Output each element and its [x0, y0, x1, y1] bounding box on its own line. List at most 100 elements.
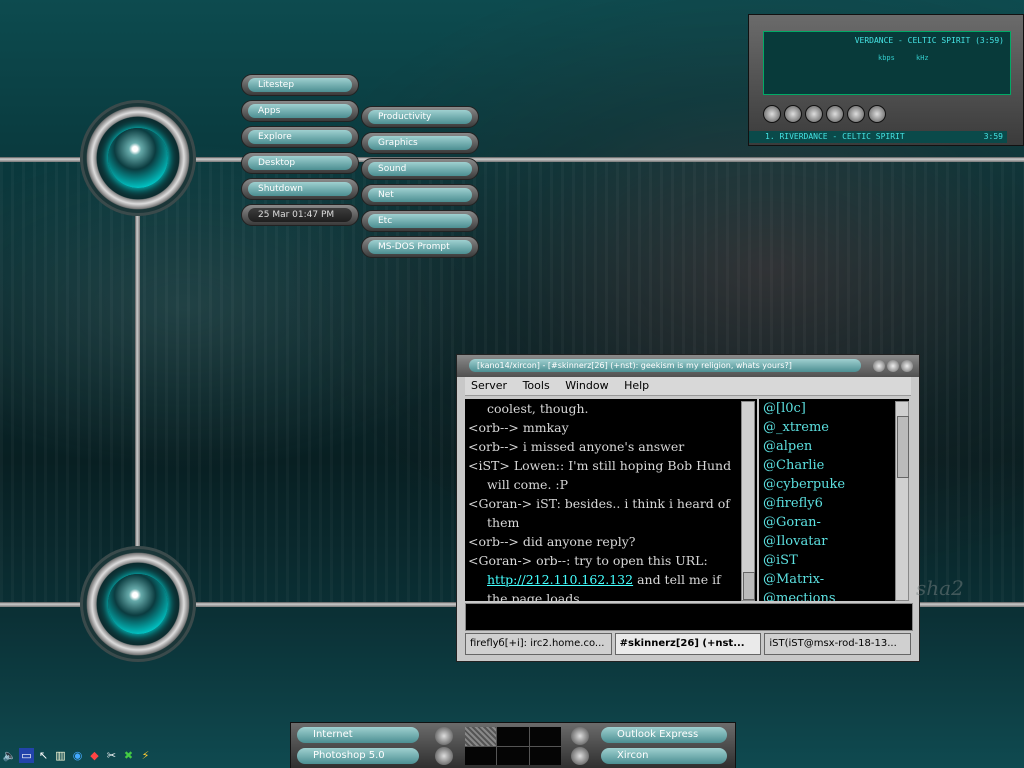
taskbar-knob[interactable] — [571, 747, 589, 765]
menu-explore[interactable]: Explore — [241, 126, 359, 148]
chat-url-link[interactable]: http://212.110.162.132 — [487, 572, 633, 587]
desktop-6[interactable] — [529, 746, 561, 765]
nick-item[interactable]: @Ilovatar — [759, 532, 909, 551]
chat-line: coolest, though. — [487, 401, 589, 416]
nick-item[interactable]: @firefly6 — [759, 494, 909, 513]
song-title: VERDANCE - CELTIC SPIRIT (3:59) — [854, 36, 1004, 45]
menu-litestep[interactable]: Litestep — [241, 74, 359, 96]
taskbar-knob[interactable] — [435, 747, 453, 765]
submenu-label: Graphics — [368, 136, 472, 150]
chat-line-suffix: and tell me if — [633, 572, 721, 587]
play-button[interactable] — [784, 105, 802, 123]
scroll-thumb[interactable] — [897, 416, 909, 478]
winamp-player[interactable]: VERDANCE - CELTIC SPIRIT (3:59) kbps kHz… — [748, 14, 1024, 146]
menu-shutdown[interactable]: Shutdown — [241, 178, 359, 200]
desktop-1[interactable] — [465, 727, 497, 746]
menu-desktop[interactable]: Desktop — [241, 152, 359, 174]
menu-window[interactable]: Window — [565, 379, 608, 392]
stop-button[interactable] — [826, 105, 844, 123]
message-input[interactable] — [465, 603, 913, 631]
submenu-label: MS-DOS Prompt — [368, 240, 472, 254]
desktop-2[interactable] — [497, 727, 529, 746]
nick-item[interactable]: @Matrix- — [759, 570, 909, 589]
desktop-3[interactable] — [529, 727, 561, 746]
chat-line: will come. :P — [487, 477, 569, 492]
playlist-track[interactable]: 1. RIVERDANCE - CELTIC SPIRIT — [765, 131, 905, 143]
flash-icon[interactable]: ⚡ — [138, 748, 153, 763]
menu-label: Shutdown — [248, 182, 352, 196]
chat-line: <orb--> i missed anyone's answer — [468, 439, 685, 454]
menu-label: Litestep — [248, 78, 352, 92]
submenu-etc[interactable]: Etc — [361, 210, 479, 232]
window-tabs: fireflyб[+i]: irc2.home.co... #skinnerz[… — [465, 633, 912, 655]
chat-scrollbar[interactable] — [741, 401, 755, 601]
bottom-orb-ring — [80, 546, 196, 662]
chat-line: them — [487, 515, 520, 530]
submenu-productivity[interactable]: Productivity — [361, 106, 479, 128]
nick-scrollbar[interactable] — [895, 401, 909, 601]
taskbar-knob[interactable] — [435, 727, 453, 745]
scroll-thumb[interactable] — [743, 572, 755, 600]
folder-icon[interactable]: ▥ — [53, 748, 68, 763]
submenu-sound[interactable]: Sound — [361, 158, 479, 180]
nick-item[interactable]: @[l0c] — [759, 399, 909, 418]
nick-item[interactable]: @cyberpuke — [759, 475, 909, 494]
nick-item[interactable]: @Goran- — [759, 513, 909, 532]
next-button[interactable] — [847, 105, 865, 123]
playlist-duration: 3:59 — [983, 132, 1003, 141]
tools-icon[interactable]: ✂ — [104, 748, 119, 763]
submenu-net[interactable]: Net — [361, 184, 479, 206]
submenu-label: Net — [368, 188, 472, 202]
task-photoshop[interactable]: Photoshop 5.0 — [297, 748, 419, 764]
pause-button[interactable] — [805, 105, 823, 123]
nick-item[interactable]: @mections — [759, 589, 909, 601]
submenu-graphics[interactable]: Graphics — [361, 132, 479, 154]
close-icon[interactable] — [901, 360, 913, 372]
nick-item[interactable]: @alpen — [759, 437, 909, 456]
kbps-label: kbps — [878, 54, 895, 62]
nick-item[interactable]: @Charlie — [759, 456, 909, 475]
taskbar-knob[interactable] — [571, 727, 589, 745]
tab-skinnerz[interactable]: #skinnerz[26] (+nst... — [614, 633, 762, 655]
clock-text: 25 Mar 01:47 PM — [248, 208, 352, 222]
top-orb[interactable] — [108, 128, 168, 188]
speaker-icon[interactable]: 🔈 — [2, 748, 17, 763]
task-xircon[interactable]: Xircon — [601, 748, 727, 764]
prev-button[interactable] — [763, 105, 781, 123]
menu-server[interactable]: Server — [471, 379, 507, 392]
chat-log[interactable]: coolest, though. <orb--> mmkay <orb--> i… — [465, 399, 757, 601]
globe-icon[interactable]: ◉ — [70, 748, 85, 763]
chat-line: <Goran-> orb--: try to open this URL: — [468, 553, 708, 568]
nick-item[interactable]: @iST — [759, 551, 909, 570]
nick-item[interactable]: @_xtreme — [759, 418, 909, 437]
tab-firefly6[interactable]: fireflyб[+i]: irc2.home.co... — [465, 633, 612, 655]
menu-help[interactable]: Help — [624, 379, 649, 392]
nick-list[interactable]: @[l0c] @_xtreme @alpen @Charlie @cyberpu… — [759, 399, 909, 601]
submenu-msdos[interactable]: MS-DOS Prompt — [361, 236, 479, 258]
cursor-icon[interactable]: ↖ — [36, 748, 51, 763]
task-internet[interactable]: Internet — [297, 727, 419, 743]
eject-button[interactable] — [868, 105, 886, 123]
menu-apps[interactable]: Apps — [241, 100, 359, 122]
minimize-icon[interactable] — [873, 360, 885, 372]
maximize-icon[interactable] — [887, 360, 899, 372]
desktop-4[interactable] — [465, 746, 497, 765]
menu-tools[interactable]: Tools — [523, 379, 550, 392]
irc-menubar: Server Tools Window Help — [465, 377, 911, 396]
playlist[interactable]: 1. RIVERDANCE - CELTIC SPIRIT 3:59 — [749, 131, 1007, 143]
monitor-icon[interactable]: ▭ — [19, 748, 34, 763]
task-outlook[interactable]: Outlook Express — [601, 727, 727, 743]
tab-ist[interactable]: iST(iST@msx-rod-18-13... — [764, 633, 912, 655]
chat-line: <orb--> did anyone reply? — [468, 534, 636, 549]
apps-icon[interactable]: ◆ — [87, 748, 102, 763]
submenu-label: Etc — [368, 214, 472, 228]
vertical-rail — [135, 160, 140, 605]
chat-line: <Goran-> iST: besides.. i think i heard … — [468, 496, 730, 511]
excel-icon[interactable]: ✖ — [121, 748, 136, 763]
chat-line: the page loads — [487, 591, 580, 601]
desktop-pager[interactable] — [465, 727, 561, 765]
irc-titlebar[interactable]: [kano14/xircon] - [#skinnerz[26] (+nst):… — [457, 355, 919, 377]
bottom-orb[interactable] — [108, 574, 168, 634]
system-tray: 🔈 ▭ ↖ ▥ ◉ ◆ ✂ ✖ ⚡ — [2, 748, 153, 766]
desktop-5[interactable] — [497, 746, 529, 765]
